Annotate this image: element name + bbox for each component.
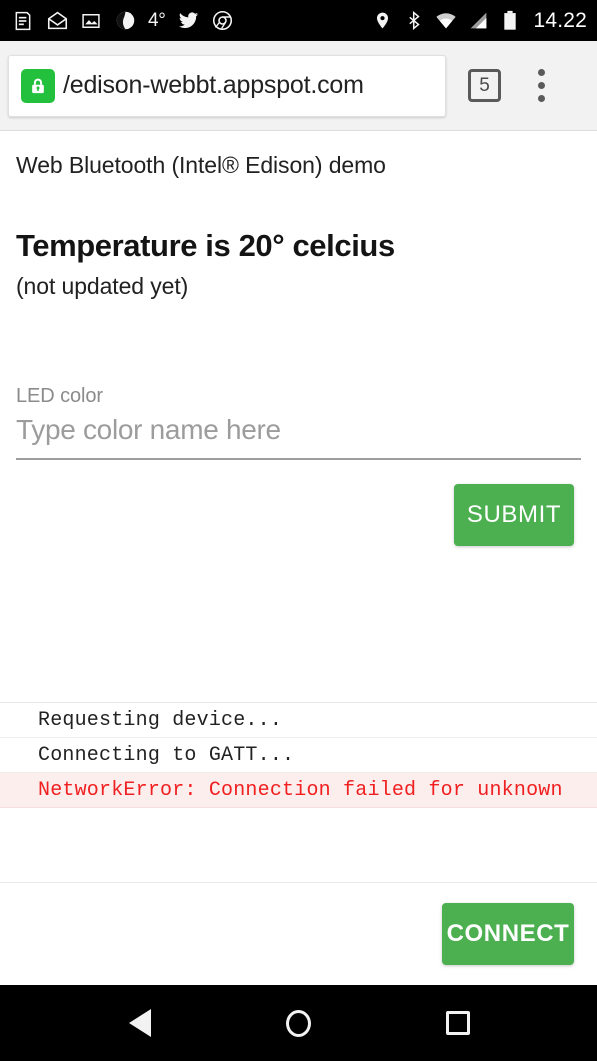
- web-page-viewport: Web Bluetooth (Intel® Edison) demo Tempe…: [0, 131, 597, 985]
- temperature-heading: Temperature is 20° celcius: [16, 227, 395, 263]
- led-color-input[interactable]: [16, 413, 581, 460]
- menu-dot: [537, 69, 545, 76]
- menu-dot: [537, 95, 545, 102]
- tab-count-label: 5: [479, 74, 490, 96]
- android-status-bar: 4° 14.22: [0, 0, 597, 41]
- news-feed-icon: [12, 10, 34, 32]
- wifi-icon: [435, 10, 457, 32]
- lock-icon[interactable]: [21, 68, 55, 103]
- twitter-icon: [178, 10, 200, 32]
- page-title: Web Bluetooth (Intel® Edison) demo: [16, 152, 386, 178]
- url-text: /edison-webbt.appspot.com: [63, 71, 364, 99]
- log-row-empty: [0, 808, 597, 843]
- status-bar-system-icons: 14.22: [371, 9, 587, 33]
- log-row-error: NetworkError: Connection failed for unkn…: [0, 773, 597, 808]
- mail-open-icon: [46, 10, 68, 32]
- temperature-status: (not updated yet): [16, 272, 189, 299]
- log-console: Requesting device... Connecting to GATT.…: [0, 702, 597, 843]
- battery-icon: [499, 10, 521, 32]
- status-bar-notifications: 4°: [12, 10, 371, 32]
- submit-button[interactable]: SUBMIT: [454, 483, 574, 546]
- home-circle-icon: [286, 1009, 311, 1037]
- phone-screen: 4° 14.22 /edison-webbt.appspot.com 5 Web…: [0, 0, 597, 1061]
- log-row: Requesting device...: [0, 703, 597, 738]
- android-nav-bar: [0, 985, 597, 1061]
- home-button[interactable]: [264, 998, 334, 1048]
- back-button[interactable]: [105, 998, 175, 1048]
- page-footer: CONNECT: [0, 882, 597, 985]
- address-bar[interactable]: /edison-webbt.appspot.com: [8, 54, 446, 117]
- tab-counter-button[interactable]: 5: [468, 69, 501, 102]
- weather-temperature: 4°: [148, 9, 166, 31]
- chrome-icon: [212, 10, 234, 32]
- recents-button[interactable]: [423, 998, 493, 1048]
- cell-signal-icon: [467, 10, 489, 32]
- back-triangle-icon: [128, 1009, 151, 1037]
- connect-button[interactable]: CONNECT: [442, 903, 574, 965]
- recents-square-icon: [445, 1011, 470, 1035]
- overflow-menu-icon[interactable]: [528, 66, 554, 106]
- weather-app-icon: [114, 10, 136, 32]
- bluetooth-icon: [403, 10, 425, 32]
- led-color-label: LED color: [16, 384, 103, 407]
- led-color-form: LED color: [16, 385, 581, 460]
- submit-row: SUBMIT: [16, 483, 581, 546]
- photo-icon: [80, 10, 102, 32]
- menu-dot: [537, 82, 545, 89]
- browser-toolbar: /edison-webbt.appspot.com 5: [0, 41, 597, 131]
- status-bar-clock: 14.22: [533, 8, 587, 32]
- log-row: Connecting to GATT...: [0, 738, 597, 773]
- page-content: Web Bluetooth (Intel® Edison) demo Tempe…: [0, 131, 597, 546]
- location-pin-icon: [371, 10, 393, 32]
